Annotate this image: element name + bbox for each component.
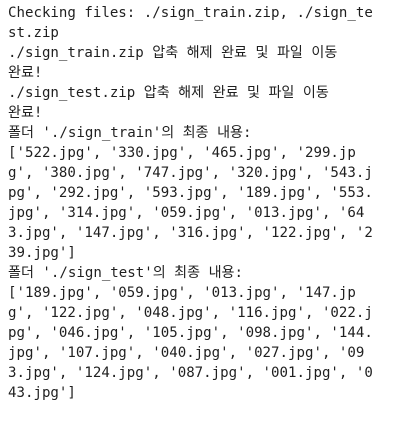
output-line-train-extracted: ./sign_train.zip 압축 해제 완료 및 파일 이동 [8,45,338,61]
output-line-test-files: g', '122.jpg', '048.jpg', '116.jpg', '02… [8,305,373,321]
output-line-test-files: ['189.jpg', '059.jpg', '013.jpg', '147.j… [8,285,356,301]
cell-output: Checking files: ./sign_train.zip, ./sign… [0,0,402,430]
output-line-checking-files-cont: st.zip [8,25,59,41]
output-line-test-extracted-cont: 완료! [8,105,43,121]
output-line-test-folder-heading: 폴더 './sign_test'의 최종 내용: [8,265,244,281]
output-line-test-files: pg', '046.jpg', '105.jpg', '098.jpg', '1… [8,325,373,341]
output-line-train-files: 39.jpg'] [8,245,76,261]
output-line-test-files: jpg', '107.jpg', '040.jpg', '027.jpg', '… [8,345,365,361]
output-line-train-files: jpg', '314.jpg', '059.jpg', '013.jpg', '… [8,205,365,221]
output-line-test-files: 3.jpg', '124.jpg', '087.jpg', '001.jpg',… [8,365,373,381]
output-line-test-extracted: ./sign_test.zip 압축 해제 완료 및 파일 이동 [8,85,329,101]
output-line-checking-files: Checking files: ./sign_train.zip, ./sign… [8,5,373,21]
output-line-train-files: pg', '292.jpg', '593.jpg', '189.jpg', '5… [8,185,373,201]
output-line-train-files: g', '380.jpg', '747.jpg', '320.jpg', '54… [8,165,373,181]
output-line-test-files: 43.jpg'] [8,385,76,401]
output-line-train-files: ['522.jpg', '330.jpg', '465.jpg', '299.j… [8,145,356,161]
output-line-train-folder-heading: 폴더 './sign_train'의 최종 내용: [8,125,252,141]
output-line-train-extracted-cont: 완료! [8,65,43,81]
output-line-train-files: 3.jpg', '147.jpg', '316.jpg', '122.jpg',… [8,225,373,241]
